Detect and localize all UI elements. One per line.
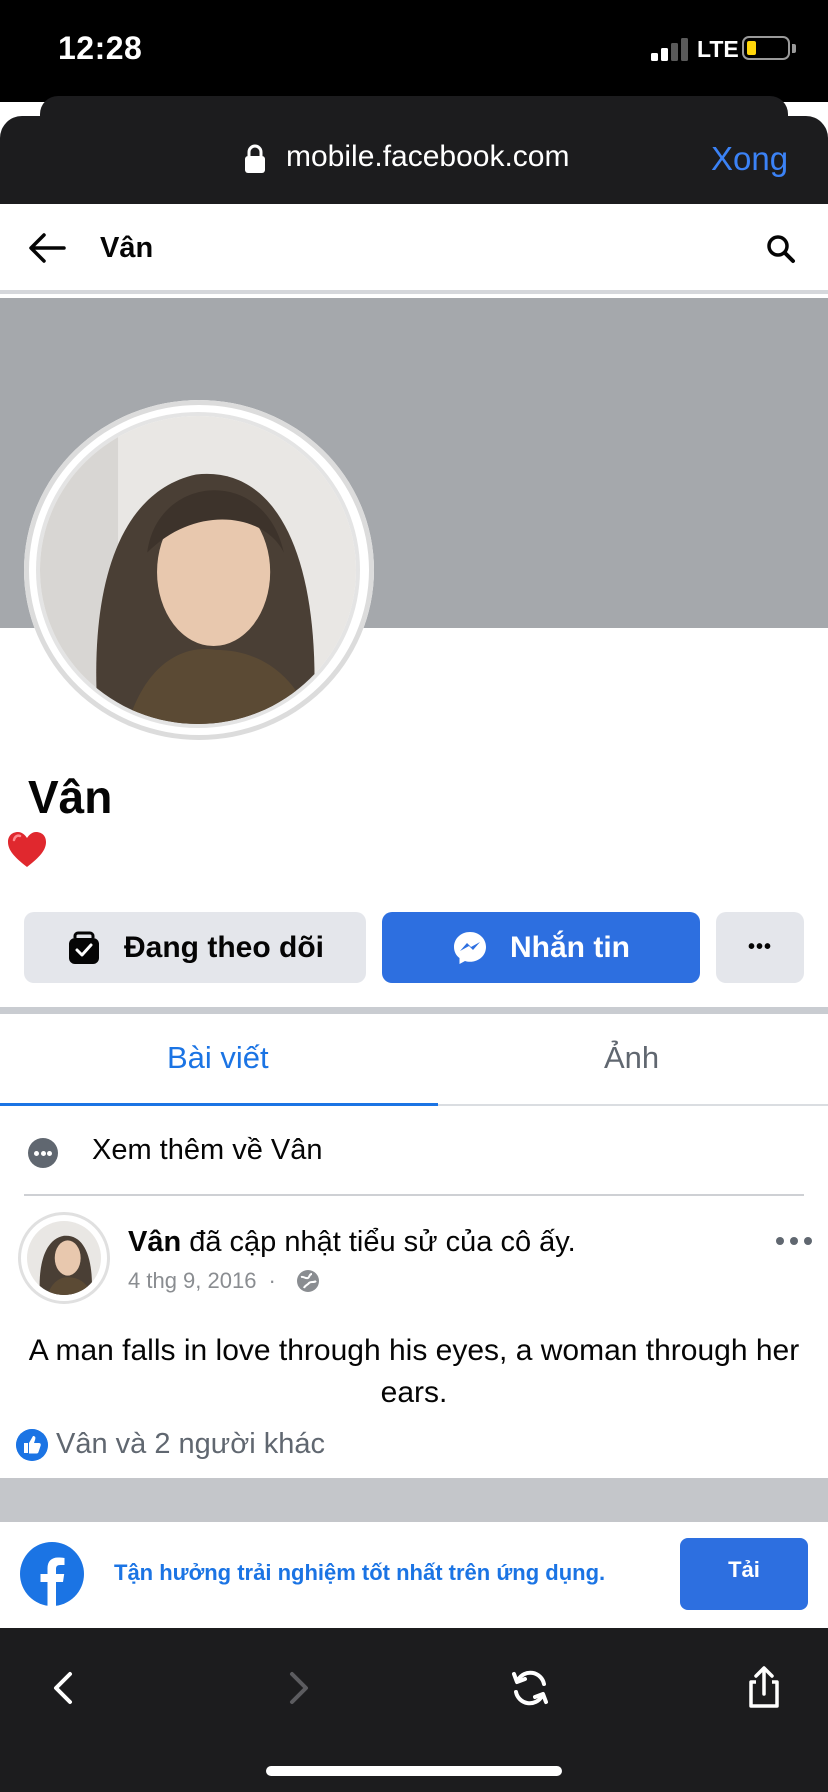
status-bar: 12:28 LTE	[0, 0, 828, 102]
see-more-about-label: Xem thêm về Vân	[92, 1134, 323, 1166]
meta-separator: ·	[268, 1268, 276, 1293]
signal-icon	[651, 37, 691, 61]
page-title: Vân	[100, 232, 154, 264]
facebook-logo-icon	[20, 1542, 84, 1606]
post-body: A man falls in love through his eyes, a …	[28, 1334, 800, 1409]
tab-posts[interactable]: Bài viết	[167, 1040, 269, 1076]
post-author-name[interactable]: Vân	[128, 1226, 181, 1258]
profile-tabs: Bài viết Ảnh	[0, 1014, 828, 1106]
back-arrow-icon[interactable]	[26, 228, 68, 268]
feed-separator	[0, 1478, 828, 1522]
reactions-text: Vân và 2 người khác	[56, 1428, 325, 1460]
network-label: LTE	[697, 36, 739, 62]
heart-icon	[8, 832, 46, 867]
app-banner-text: Tận hưởng trải nghiệm tốt nhất trên ứng …	[114, 1560, 606, 1585]
post-meta: 4 thg 9, 2016 ·	[128, 1268, 320, 1294]
section-divider	[0, 1007, 828, 1014]
tab-photos[interactable]: Ảnh	[604, 1040, 659, 1076]
browser-reload-icon[interactable]	[508, 1666, 552, 1710]
message-label: Nhắn tin	[510, 930, 630, 964]
battery-cap	[792, 44, 796, 53]
browser-share-icon[interactable]	[742, 1666, 786, 1710]
more-label: •••	[747, 936, 772, 958]
message-button[interactable]: Nhắn tin	[382, 912, 700, 983]
browser-back-icon[interactable]	[42, 1666, 86, 1710]
messenger-icon	[454, 931, 486, 964]
app-install-banner: Tận hưởng trải nghiệm tốt nhất trên ứng …	[0, 1522, 828, 1628]
browser-url-header: mobile.facebook.com Xong	[0, 116, 828, 204]
following-check-icon	[69, 931, 99, 964]
post-action-text: đã cập nhật tiểu sử của cô ấy.	[181, 1226, 576, 1258]
following-button[interactable]: Đang theo dõi	[24, 912, 366, 983]
profile-name: Vân	[28, 771, 113, 823]
lock-icon	[245, 144, 265, 173]
install-app-button[interactable]: Tải	[680, 1538, 808, 1610]
search-icon[interactable]	[766, 234, 796, 264]
post-date[interactable]: 4 thg 9, 2016	[128, 1268, 256, 1294]
done-button[interactable]: Xong	[711, 140, 788, 178]
active-tab-indicator	[0, 1103, 438, 1106]
more-options-button[interactable]: •••	[716, 912, 804, 983]
more-dots-icon	[28, 1138, 58, 1168]
following-label: Đang theo dõi	[124, 930, 324, 964]
status-time: 12:28	[58, 30, 143, 66]
post-header: Vân đã cập nhật tiểu sử của cô ấy.	[128, 1226, 576, 1259]
browser-toolbar	[0, 1628, 828, 1792]
globe-icon	[296, 1270, 319, 1292]
post-reactions[interactable]: Vân và 2 người khác	[16, 1428, 325, 1461]
home-indicator[interactable]	[266, 1766, 562, 1776]
browser-forward-icon[interactable]	[276, 1666, 320, 1710]
see-more-about-row[interactable]: Xem thêm về Vân	[24, 1110, 804, 1196]
battery-icon	[742, 36, 790, 60]
like-reaction-icon	[16, 1428, 48, 1461]
profile-picture[interactable]	[36, 412, 360, 728]
post-menu-icon[interactable]	[774, 1230, 814, 1254]
profile-topbar: Vân	[0, 204, 828, 294]
post-author-avatar[interactable]	[18, 1212, 110, 1304]
url-text[interactable]: mobile.facebook.com	[286, 140, 569, 174]
